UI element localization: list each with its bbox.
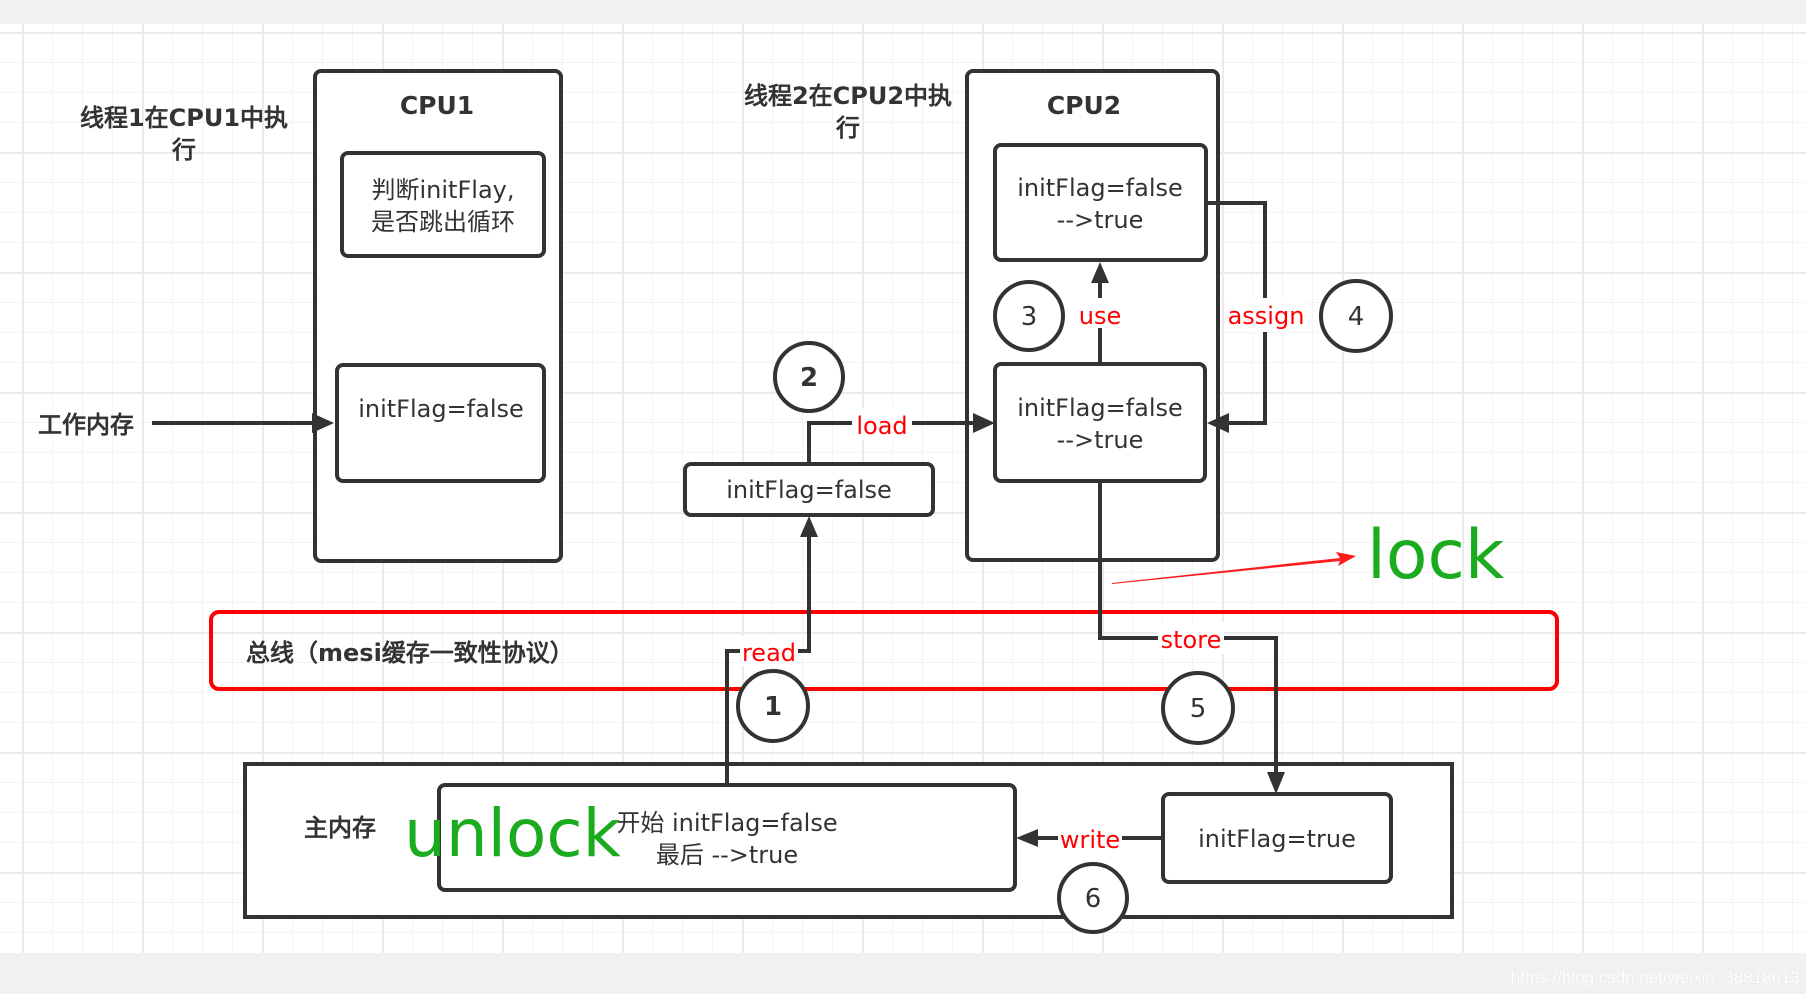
cpu1-title: CPU1 [400,91,474,120]
cpu2-working-line2: -->true [1057,426,1144,454]
main-memory-variable-line1: 开始 initFlag=false [616,809,837,837]
bus-buffer-value: initFlag=false [726,476,892,504]
main-memory-label: 主内存 [304,814,376,842]
main-memory-variable-line2: 最后 -->true [656,841,798,869]
store-buffer-value: initFlag=true [1198,825,1356,853]
diagram-canvas: 线程1在CPU1中执 行 CPU1 判断initFlay, 是否跳出循环 ini… [0,24,1806,953]
step-3-number: 3 [1021,302,1038,332]
op-use-label: use [1079,302,1121,330]
unlock-annotation: unlock [404,795,622,872]
cpu2-engine-line1: initFlag=false [1017,174,1183,202]
op-read-label: read [742,639,796,667]
watermark: https://blog.csdn.net/weixin_38818613 [1510,968,1800,987]
step-2-number: 2 [800,363,818,393]
jmm-diagram: 线程1在CPU1中执 行 CPU1 判断initFlay, 是否跳出循环 ini… [38,69,1559,934]
lock-annotation: lock [1367,516,1505,595]
cpu1-instruction-box [340,151,546,258]
bus-label: 总线（mesi缓存一致性协议） [246,639,574,667]
step-1-number: 1 [764,692,782,722]
cpu1-thread-label-line1: 线程1在CPU1中执 [80,104,288,132]
op-write-label: write [1060,826,1120,854]
cpu2-thread-label-line1: 线程2在CPU2中执 [744,82,952,110]
cpu1-box [313,69,563,563]
cpu2-engine-box [993,143,1208,262]
cpu2-working-box [993,362,1207,483]
op-assign-label: assign [1228,302,1305,330]
cpu2-engine-line2: -->true [1057,206,1144,234]
read-arrow-icon [800,516,818,537]
step-6-number: 6 [1085,884,1102,914]
step-4-number: 4 [1348,302,1365,332]
step-5-number: 5 [1190,694,1207,724]
cpu1-instruction-line2: 是否跳出循环 [371,208,515,236]
working-memory-label: 工作内存 [38,411,134,439]
cpu1-instruction-line1: 判断initFlay, [372,176,515,204]
op-store-label: store [1161,626,1222,654]
cpu2-title: CPU2 [1047,91,1121,120]
cpu2-working-line1: initFlag=false [1017,394,1183,422]
cpu1-working-copy-box [335,363,546,483]
cpu1-thread-label-line2: 行 [171,136,196,164]
cpu2-thread-label-line2: 行 [835,114,860,142]
cpu1-working-copy-value: initFlag=false [358,395,524,423]
op-load-label: load [856,412,907,440]
